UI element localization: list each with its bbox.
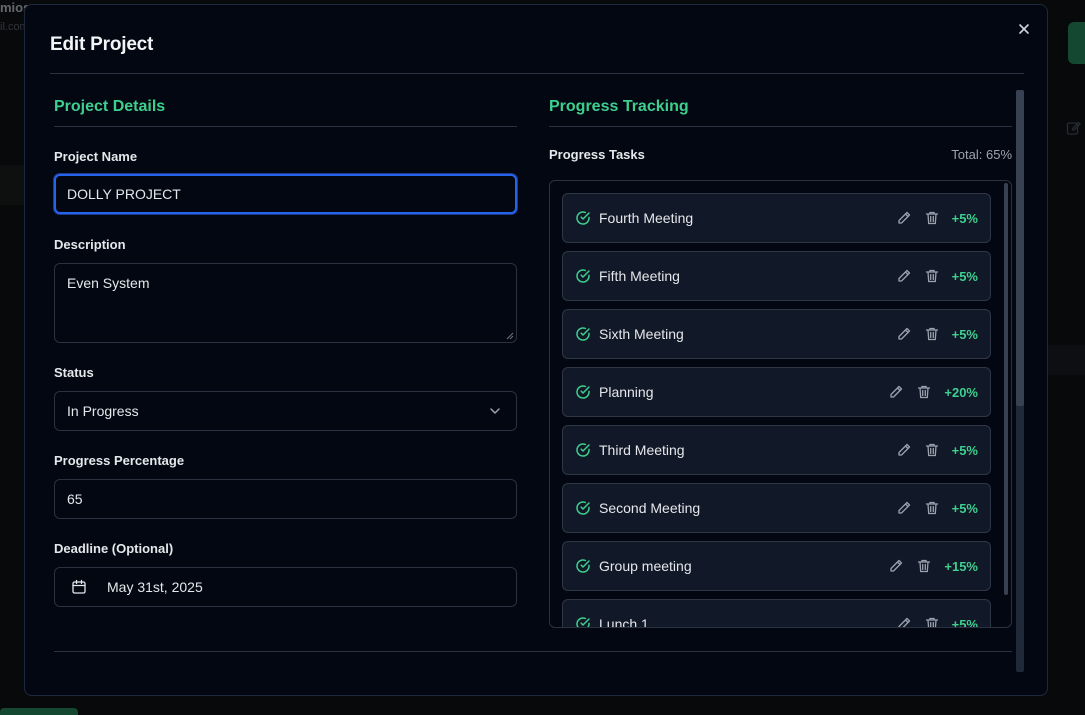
task-percentage: +5% [951, 616, 978, 628]
progress-total-label: Total: 65% [951, 147, 1012, 162]
trash-icon[interactable] [916, 384, 932, 400]
task-item[interactable]: Sixth Meeting +5% [562, 309, 991, 359]
project-name-label: Project Name [54, 149, 138, 164]
calendar-icon [72, 579, 86, 594]
task-percentage: +5% [951, 500, 978, 516]
task-item[interactable]: Fifth Meeting +5% [562, 251, 991, 301]
check-circle-icon [576, 501, 590, 515]
trash-icon[interactable] [924, 442, 940, 458]
project-details-heading: Project Details [54, 98, 166, 115]
trash-icon[interactable] [924, 268, 940, 284]
deadline-value: May 31st, 2025 [107, 579, 203, 595]
pencil-icon[interactable] [896, 268, 912, 284]
progress-tasks-label: Progress Tasks [549, 147, 645, 162]
task-percentage: +15% [944, 558, 978, 574]
description-value: Even System [67, 275, 150, 291]
check-circle-icon [576, 385, 590, 399]
task-item[interactable]: Third Meeting +5% [562, 425, 991, 475]
modal-title: Edit Project [50, 34, 154, 55]
check-circle-icon [576, 211, 590, 225]
task-item[interactable]: Lunch 1 +5% [562, 599, 991, 628]
check-circle-icon [576, 617, 590, 627]
task-percentage: +5% [951, 442, 978, 458]
pencil-icon[interactable] [888, 558, 904, 574]
progress-tracking-heading: Progress Tracking [549, 98, 689, 115]
check-circle-icon [576, 269, 590, 283]
task-item[interactable]: Planning +20% [562, 367, 991, 417]
trash-icon[interactable] [924, 500, 940, 516]
task-item[interactable]: Second Meeting +5% [562, 483, 991, 533]
task-percentage: +5% [951, 210, 978, 226]
task-name: Sixth Meeting [599, 326, 684, 342]
close-icon[interactable] [1015, 20, 1033, 38]
task-name: Group meeting [599, 558, 692, 574]
resize-grip-icon[interactable] [506, 332, 514, 340]
modal-scrollbar-thumb[interactable] [1016, 90, 1024, 406]
task-percentage: +20% [944, 384, 978, 400]
project-details-divider [54, 126, 517, 127]
task-name: Fourth Meeting [599, 210, 694, 226]
status-label: Status [54, 365, 94, 380]
description-label: Description [54, 237, 126, 252]
project-name-value: DOLLY PROJECT [67, 186, 181, 202]
deadline-date-picker[interactable]: May 31st, 2025 [54, 567, 517, 607]
task-name: Third Meeting [599, 442, 685, 458]
check-circle-icon [576, 443, 590, 457]
pencil-icon[interactable] [896, 442, 912, 458]
trash-icon[interactable] [916, 558, 932, 574]
trash-icon[interactable] [924, 616, 940, 628]
check-circle-icon [576, 327, 590, 341]
chevron-down-icon [490, 408, 500, 414]
pencil-icon[interactable] [896, 616, 912, 628]
task-percentage: +5% [951, 326, 978, 342]
status-value: In Progress [67, 403, 139, 419]
task-name: Second Meeting [599, 500, 701, 516]
task-name: Fifth Meeting [599, 268, 680, 284]
progress-percentage-input[interactable]: 65 [54, 479, 517, 519]
pencil-icon[interactable] [888, 384, 904, 400]
trash-icon[interactable] [924, 210, 940, 226]
deadline-label: Deadline (Optional) [54, 541, 174, 556]
pencil-icon[interactable] [896, 326, 912, 342]
task-item[interactable]: Group meeting +15% [562, 541, 991, 591]
check-circle-icon [576, 559, 590, 573]
project-name-input[interactable]: DOLLY PROJECT [54, 174, 517, 214]
progress-percentage-value: 65 [67, 491, 83, 507]
task-list-scrollbar[interactable] [1004, 183, 1008, 595]
task-name: Planning [599, 384, 654, 400]
task-item[interactable]: Fourth Meeting +5% [562, 193, 991, 243]
progress-percentage-label: Progress Percentage [54, 453, 185, 468]
description-textarea[interactable]: Even System [54, 263, 517, 343]
task-percentage: +5% [951, 268, 978, 284]
edit-project-modal: Edit Project Project Details Project Nam… [24, 4, 1048, 696]
progress-task-list[interactable]: Fourth Meeting +5% Fifth Meeting +5% Sixth M… [549, 180, 1012, 628]
header-divider [50, 73, 1024, 74]
trash-icon[interactable] [924, 326, 940, 342]
pencil-icon[interactable] [896, 500, 912, 516]
progress-tracking-divider [549, 126, 1012, 127]
footer-divider [54, 651, 1012, 652]
status-select[interactable]: In Progress [54, 391, 517, 431]
pencil-icon[interactable] [896, 210, 912, 226]
task-name: Lunch 1 [599, 616, 649, 628]
